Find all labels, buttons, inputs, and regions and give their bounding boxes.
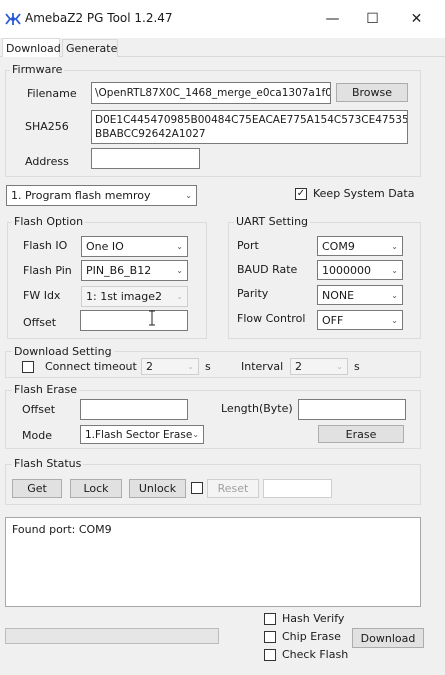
flash-io-select[interactable]: One IO ⌄ [81,236,188,257]
fw-idx-select[interactable]: 1: 1st image2 ⌄ [81,286,188,307]
length-field[interactable] [298,399,406,420]
flash-offset-field[interactable] [80,310,188,331]
minimize-icon: — [325,11,340,27]
connect-timeout-select[interactable]: 2 ⌄ [141,358,199,375]
flash-offset-label: Offset [23,316,57,329]
interval-value: 2 [295,360,302,373]
filename-field[interactable]: \OpenRTL87X0C_1468_merge_e0ca1307a1f0.b [91,82,331,104]
erase-offset-label: Offset [22,403,56,416]
hash-verify-checkbox[interactable] [264,613,276,625]
length-label: Length(Byte) [221,402,293,415]
flash-pin-select[interactable]: PIN_B6_B12 ⌄ [81,260,188,281]
address-label: Address [25,155,69,168]
flash-io-label: Flash IO [23,239,68,252]
check-flash-checkbox[interactable] [264,649,276,661]
port-label: Port [237,239,259,252]
title-bar: AmebaZ2 PG Tool 1.2.47 — ☐ ✕ [0,0,445,38]
parity-value: NONE [322,288,355,302]
check-flash-label: Check Flash [282,648,349,661]
sha256-line-2: BBABCC92642A1027 [95,128,206,140]
sha256-label: SHA256 [25,120,69,133]
chevron-down-icon: ⌄ [176,266,183,275]
maximize-icon: ☐ [366,11,379,27]
flash-pin-label: Flash Pin [23,264,72,277]
interval-unit-label: s [354,360,360,373]
chevron-down-icon: ⌄ [176,292,183,301]
port-select[interactable]: COM9 ⌄ [317,236,403,256]
close-icon: ✕ [410,11,423,27]
chevron-down-icon: ⌄ [192,430,199,439]
connect-timeout-value: 2 [146,360,153,373]
erase-button[interactable]: Erase [318,425,404,443]
download-button[interactable]: Download [352,628,424,648]
flash-status-field[interactable] [263,479,332,498]
browse-button[interactable]: Browse [336,83,408,102]
flash-erase-group-label: Flash Erase [12,383,80,396]
get-button[interactable]: Get [12,479,62,498]
erase-mode-value: 1.Flash Sector Erase [85,428,193,441]
lock-button[interactable]: Lock [70,479,122,498]
flow-control-value: OFF [322,313,344,327]
chevron-down-icon: ⌄ [187,362,194,371]
flow-control-select[interactable]: OFF ⌄ [317,310,403,330]
timeout-unit-label: s [205,360,211,373]
chip-erase-label: Chip Erase [282,630,341,643]
unlock-button[interactable]: Unlock [129,479,186,498]
chevron-down-icon: ⌄ [391,290,398,300]
fw-idx-value: 1: 1st image2 [86,290,163,303]
baud-rate-label: BAUD Rate [237,263,298,276]
uart-setting-group-label: UART Setting [234,215,311,228]
sha256-field[interactable]: D0E1C445470985B00484C75EACAE775A154C573C… [91,110,408,144]
keep-system-data-checkbox[interactable]: ✓ [295,188,307,200]
close-button[interactable]: ✕ [394,0,439,38]
ameba-logo-icon [5,12,21,26]
reset-button[interactable]: Reset [207,479,259,498]
log-text: Found port: COM9 [12,523,112,536]
interval-select[interactable]: 2 ⌄ [290,358,348,375]
interval-label: Interval [241,360,284,373]
baud-rate-select[interactable]: 1000000 ⌄ [317,260,403,280]
parity-label: Parity [237,287,269,300]
log-output[interactable]: Found port: COM9 [5,517,421,607]
flash-io-value: One IO [86,240,124,253]
chevron-down-icon: ⌄ [391,265,398,275]
program-mode-select[interactable]: 1. Program flash memroy ⌄ [6,185,197,206]
sha256-line-1: D0E1C445470985B00484C75EACAE775A154C573C… [95,114,408,126]
erase-mode-label: Mode [22,429,52,442]
connect-timeout-label: Connect timeout [45,360,137,373]
erase-offset-field[interactable] [80,399,188,420]
firmware-group-label: Firmware [10,63,65,76]
chevron-down-icon: ⌄ [336,362,343,371]
reset-checkbox[interactable] [191,482,203,494]
minimize-button[interactable]: — [310,0,355,38]
checkmark-icon: ✓ [296,188,306,199]
chip-erase-checkbox[interactable] [264,631,276,643]
connect-timeout-checkbox[interactable] [22,361,34,373]
baud-rate-value: 1000000 [322,263,371,277]
chevron-down-icon: ⌄ [391,241,398,251]
port-value: COM9 [322,239,355,253]
window-title: AmebaZ2 PG Tool 1.2.47 [25,11,173,25]
text-cursor-icon [147,310,157,326]
flash-status-group-label: Flash Status [12,457,84,470]
address-field[interactable] [91,148,200,169]
filename-label: Filename [27,87,77,100]
tab-generate[interactable]: Generate [62,39,118,57]
flash-option-group-label: Flash Option [12,215,86,228]
keep-system-data-label: Keep System Data [313,187,415,200]
download-setting-group-label: Download Setting [12,345,114,358]
erase-mode-select[interactable]: 1.Flash Sector Erase ⌄ [80,425,204,444]
maximize-button[interactable]: ☐ [350,0,395,38]
hash-verify-label: Hash Verify [282,612,345,625]
program-mode-value: 1. Program flash memroy [11,189,151,202]
flash-pin-value: PIN_B6_B12 [86,264,152,277]
tab-download[interactable]: Download [2,38,61,58]
chevron-down-icon: ⌄ [176,242,183,251]
parity-select[interactable]: NONE ⌄ [317,285,403,305]
download-progress-bar [5,628,219,644]
chevron-down-icon: ⌄ [185,191,192,200]
chevron-down-icon: ⌄ [391,315,398,325]
fw-idx-label: FW Idx [23,289,61,302]
flow-control-label: Flow Control [237,312,306,325]
